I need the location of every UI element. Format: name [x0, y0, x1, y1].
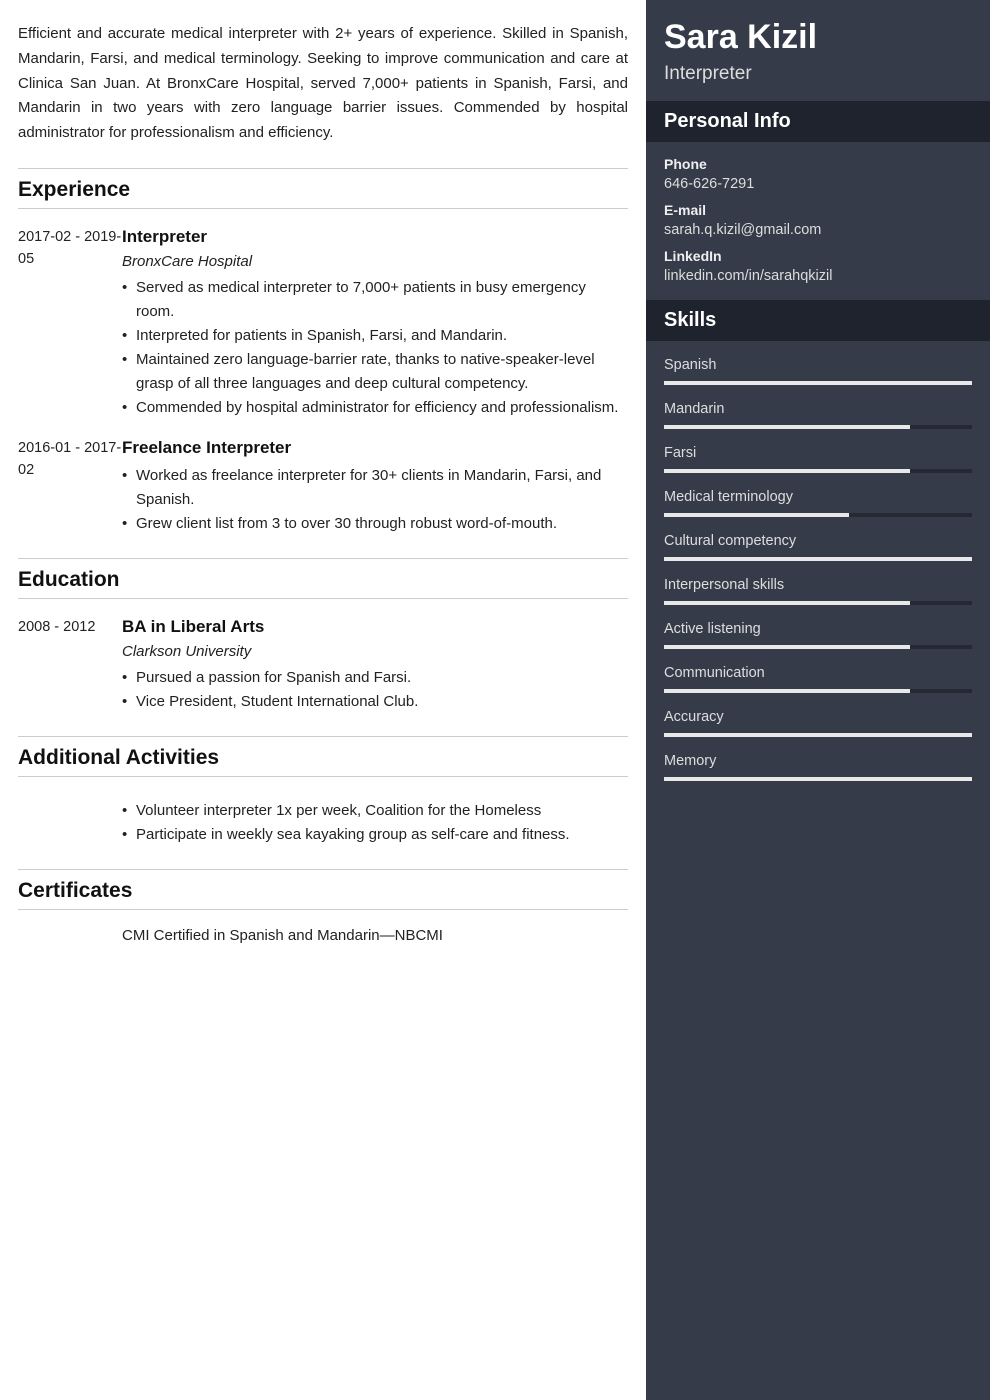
skill-name: Communication	[664, 665, 972, 681]
skill-bar	[664, 425, 972, 429]
skill-name: Accuracy	[664, 709, 972, 725]
skill-bar	[664, 645, 972, 649]
email-value: sarah.q.kizil@gmail.com	[664, 222, 972, 238]
skill-item: Farsi	[664, 445, 972, 473]
skill-item: Spanish	[664, 357, 972, 385]
skill-name: Spanish	[664, 357, 972, 373]
bullet: Served as medical interpreter to 7,000+ …	[122, 276, 628, 324]
entry-title: BA in Liberal Arts	[122, 617, 628, 637]
bullet: Grew client list from 3 to over 30 throu…	[122, 512, 628, 536]
entry-body: Volunteer interpreter 1x per week, Coali…	[122, 795, 628, 847]
entry-bullets: Worked as freelance interpreter for 30+ …	[122, 464, 628, 536]
skill-name: Cultural competency	[664, 533, 972, 549]
skill-item: Accuracy	[664, 709, 972, 737]
section-education-title: Education	[18, 558, 628, 599]
skill-fill	[664, 689, 910, 693]
skill-name: Interpersonal skills	[664, 577, 972, 593]
skill-bar	[664, 557, 972, 561]
person-role: Interpreter	[664, 63, 972, 85]
skill-item: Communication	[664, 665, 972, 693]
entry-title: Interpreter	[122, 227, 628, 247]
sidebar-header: Sara Kizil Interpreter	[646, 0, 990, 101]
bullet: Worked as freelance interpreter for 30+ …	[122, 464, 628, 512]
skill-fill	[664, 645, 910, 649]
entry-date: 2016-01 - 2017-02	[18, 438, 122, 536]
entry-date: 2017-02 - 2019-05	[18, 227, 122, 420]
skill-name: Medical terminology	[664, 489, 972, 505]
section-activities-title: Additional Activities	[18, 736, 628, 777]
phone-label: Phone	[664, 156, 972, 172]
email-label: E-mail	[664, 202, 972, 218]
skill-item: Medical terminology	[664, 489, 972, 517]
person-name: Sara Kizil	[664, 18, 972, 57]
section-experience-title: Experience	[18, 168, 628, 209]
skill-bar	[664, 689, 972, 693]
skill-fill	[664, 381, 972, 385]
entry-bullets: Pursued a passion for Spanish and Farsi.…	[122, 666, 628, 714]
bullet: Volunteer interpreter 1x per week, Coali…	[122, 799, 628, 823]
skill-fill	[664, 513, 849, 517]
entry-subtitle: BronxCare Hospital	[122, 253, 628, 270]
entry-body: Interpreter BronxCare Hospital Served as…	[122, 227, 628, 420]
skill-item: Mandarin	[664, 401, 972, 429]
entry-bullets: Volunteer interpreter 1x per week, Coali…	[122, 799, 628, 847]
bullet: Commended by hospital administrator for …	[122, 396, 628, 420]
phone-value: 646-626-7291	[664, 176, 972, 192]
experience-entry: 2017-02 - 2019-05 Interpreter BronxCare …	[18, 227, 628, 420]
skill-name: Farsi	[664, 445, 972, 461]
skill-bar	[664, 733, 972, 737]
main-column: Efficient and accurate medical interpret…	[0, 0, 646, 1400]
entry-title: Freelance Interpreter	[122, 438, 628, 458]
personal-info-title: Personal Info	[646, 101, 990, 142]
skill-bar	[664, 381, 972, 385]
entry-body: BA in Liberal Arts Clarkson University P…	[122, 617, 628, 714]
entry-date: 2008 - 2012	[18, 617, 122, 714]
skills-block: Spanish Mandarin Farsi Medical terminolo…	[646, 341, 990, 799]
certificate-text: CMI Certified in Spanish and Mandarin—NB…	[122, 924, 628, 948]
skill-item: Interpersonal skills	[664, 577, 972, 605]
entry-date	[18, 795, 122, 847]
skill-fill	[664, 425, 910, 429]
skill-fill	[664, 557, 972, 561]
skill-item: Memory	[664, 753, 972, 781]
entry-subtitle: Clarkson University	[122, 643, 628, 660]
resume-page: Efficient and accurate medical interpret…	[0, 0, 990, 1400]
skill-fill	[664, 469, 910, 473]
section-certificates-title: Certificates	[18, 869, 628, 910]
personal-info-block: Phone 646-626-7291 E-mail sarah.q.kizil@…	[646, 142, 990, 300]
skill-bar	[664, 777, 972, 781]
linkedin-value: linkedin.com/in/sarahqkizil	[664, 268, 972, 284]
skill-fill	[664, 733, 972, 737]
skill-bar	[664, 469, 972, 473]
bullet: Maintained zero language-barrier rate, t…	[122, 348, 628, 396]
bullet: Interpreted for patients in Spanish, Far…	[122, 324, 628, 348]
experience-entry: 2016-01 - 2017-02 Freelance Interpreter …	[18, 438, 628, 536]
skill-bar	[664, 601, 972, 605]
skill-item: Active listening	[664, 621, 972, 649]
entry-bullets: Served as medical interpreter to 7,000+ …	[122, 276, 628, 420]
bullet: Vice President, Student International Cl…	[122, 690, 628, 714]
bullet: Participate in weekly sea kayaking group…	[122, 823, 628, 847]
activities-entry: Volunteer interpreter 1x per week, Coali…	[18, 795, 628, 847]
skill-name: Mandarin	[664, 401, 972, 417]
skills-title: Skills	[646, 300, 990, 341]
entry-body: Freelance Interpreter Worked as freelanc…	[122, 438, 628, 536]
education-entry: 2008 - 2012 BA in Liberal Arts Clarkson …	[18, 617, 628, 714]
skill-fill	[664, 601, 910, 605]
sidebar: Sara Kizil Interpreter Personal Info Pho…	[646, 0, 990, 1400]
skill-fill	[664, 777, 972, 781]
skill-item: Cultural competency	[664, 533, 972, 561]
skill-bar	[664, 513, 972, 517]
linkedin-label: LinkedIn	[664, 248, 972, 264]
skill-name: Active listening	[664, 621, 972, 637]
summary-text: Efficient and accurate medical interpret…	[18, 22, 628, 146]
bullet: Pursued a passion for Spanish and Farsi.	[122, 666, 628, 690]
skill-name: Memory	[664, 753, 972, 769]
